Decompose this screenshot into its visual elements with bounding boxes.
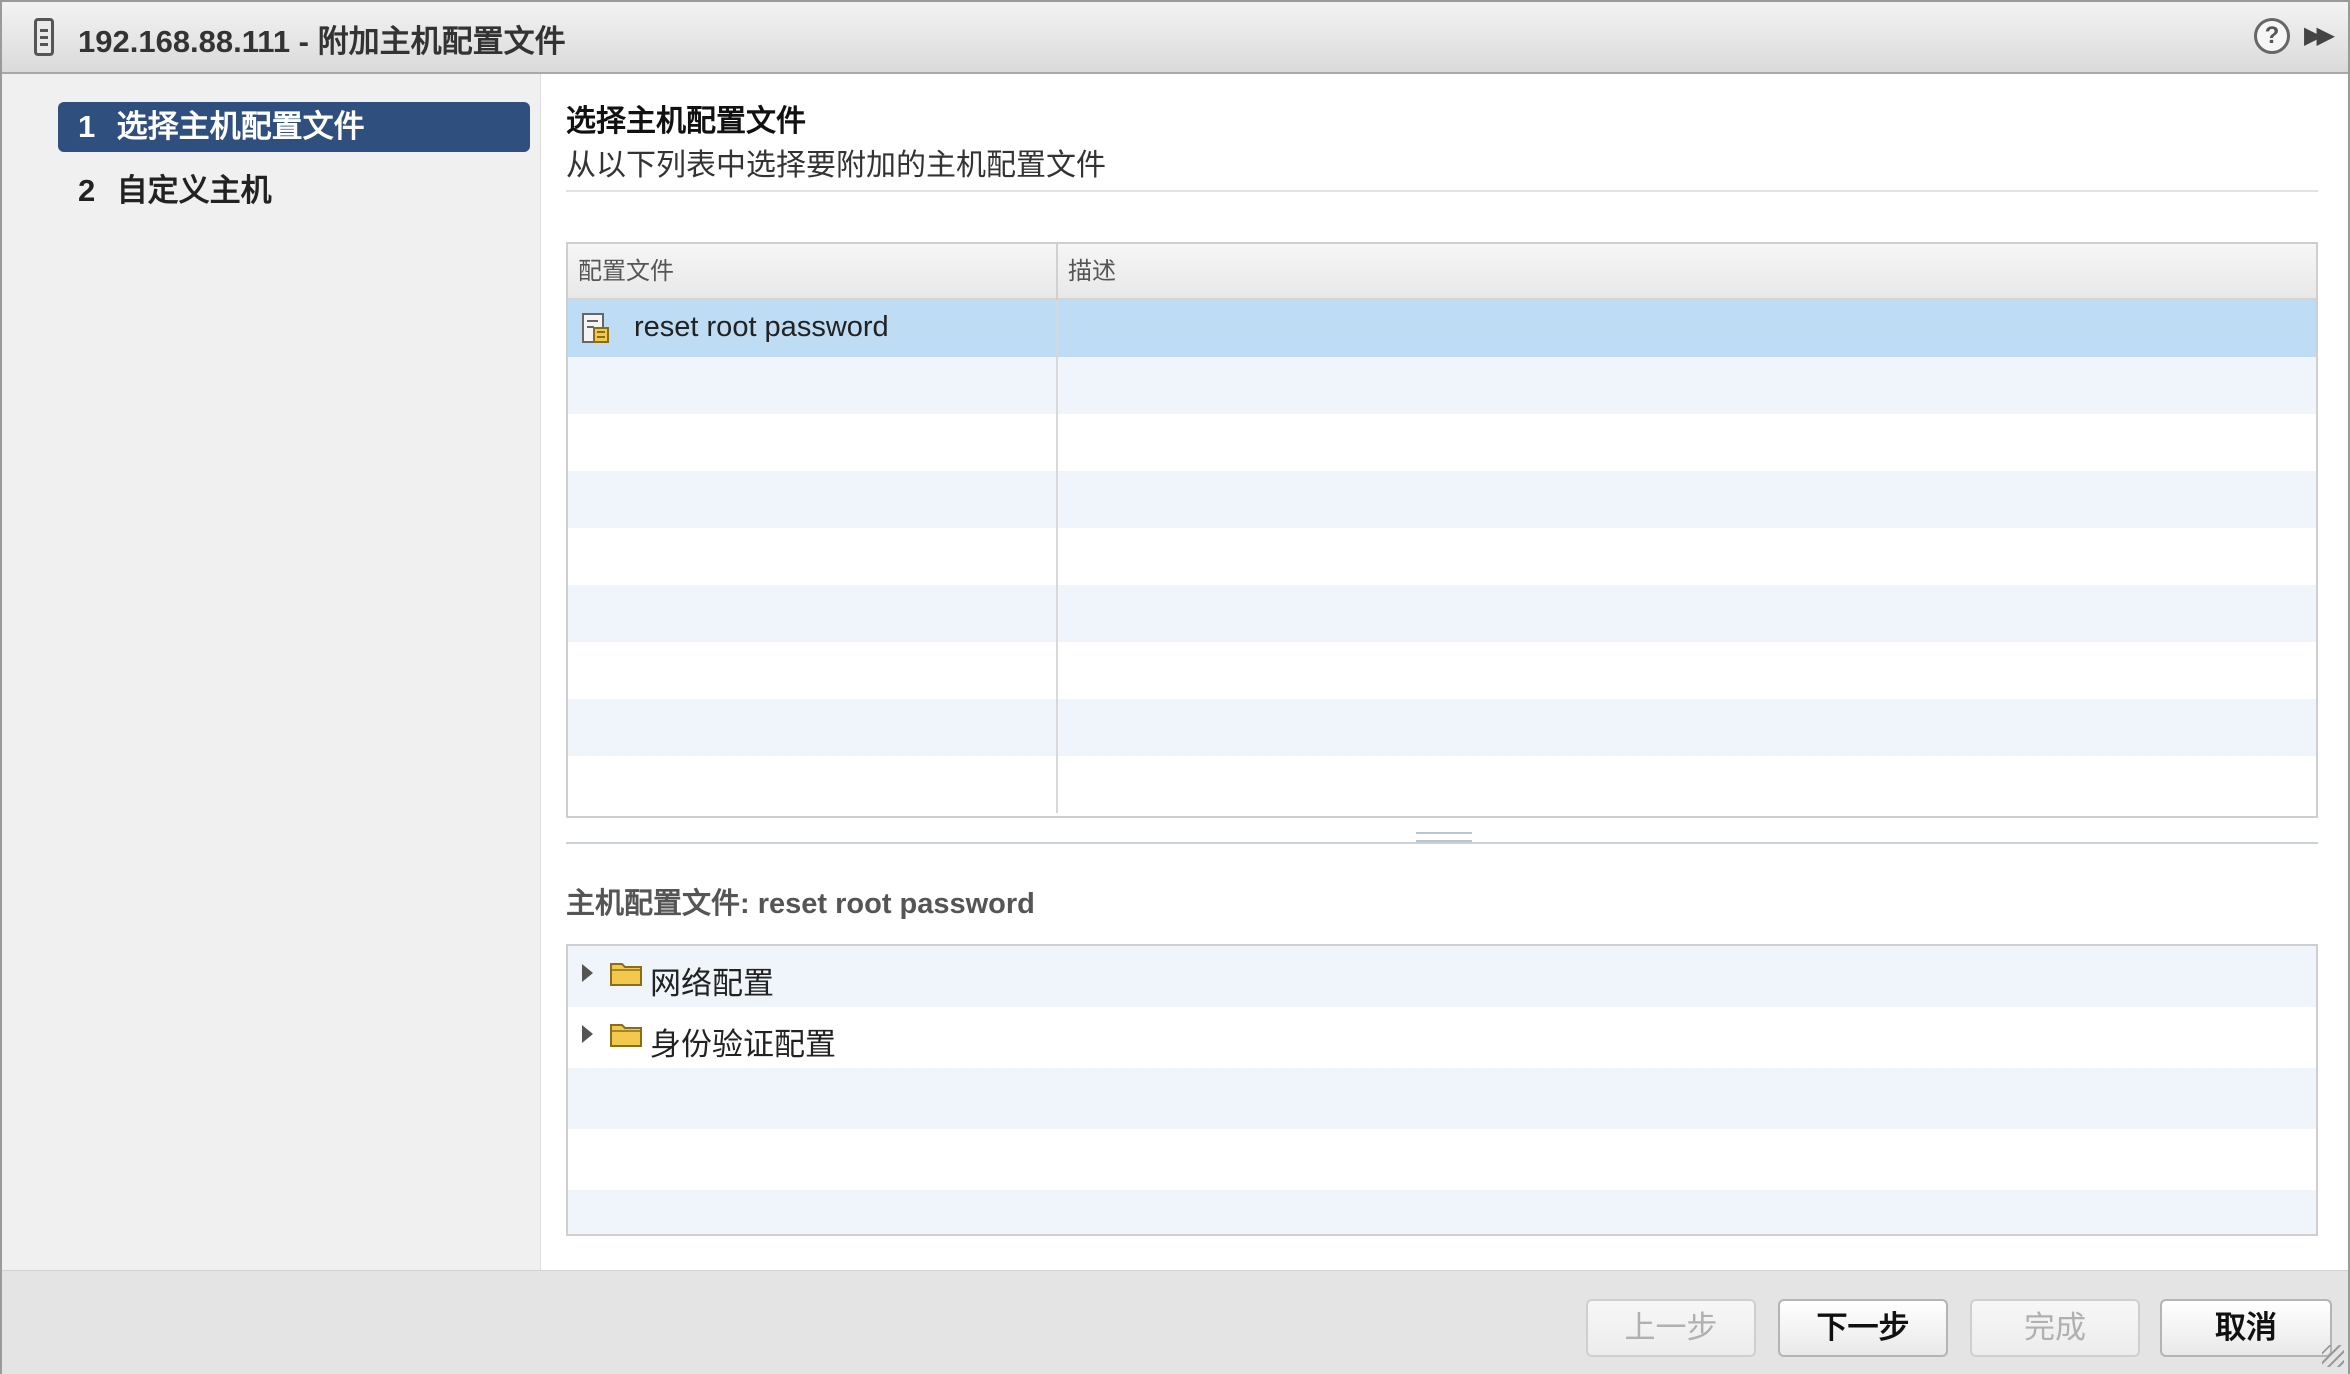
detail-title: 主机配置文件: reset root password — [566, 888, 1035, 920]
page-subtitle: 从以下列表中选择要附加的主机配置文件 — [566, 149, 1106, 182]
step-select-host-profile[interactable]: 1 选择主机配置文件 — [58, 102, 530, 152]
header-divider — [566, 190, 2318, 192]
profile-name: reset root password — [634, 311, 889, 343]
resize-grip-icon[interactable] — [2322, 1345, 2344, 1367]
tree-item-label: 身份验证配置 — [650, 1027, 836, 1062]
table-body: reset root password — [568, 300, 2316, 813]
table-row — [568, 528, 2316, 585]
table-row — [568, 642, 2316, 699]
expand-panel-icon[interactable]: ▶▶ — [2304, 22, 2338, 50]
host-profile-icon — [582, 313, 609, 343]
table-row — [568, 414, 2316, 471]
panel-splitter[interactable] — [566, 842, 2318, 844]
step-label: 选择主机配置文件 — [116, 109, 365, 144]
tree-item-auth-config[interactable]: 身份验证配置 — [568, 1007, 2316, 1068]
step-customize-host[interactable]: 2 自定义主机 — [58, 166, 530, 216]
table-row — [568, 585, 2316, 642]
folder-icon — [610, 1024, 642, 1047]
profile-cell: reset root password — [568, 300, 1058, 357]
help-icon[interactable]: ? — [2254, 18, 2290, 54]
title-bar: 192.168.88.111 - 附加主机配置文件 ? ▶▶ — [2, 2, 2348, 74]
host-profile-table: 配置文件 描述 reset root password — [566, 242, 2318, 818]
table-row[interactable]: reset root password — [568, 300, 2316, 357]
description-cell — [1060, 300, 2316, 357]
tree-item-label: 网络配置 — [650, 966, 774, 1001]
tree-item-network-config[interactable]: 网络配置 — [568, 946, 2316, 1007]
back-button[interactable]: 上一步 — [1586, 1299, 1756, 1357]
page-title: 选择主机配置文件 — [566, 105, 806, 138]
dialog-title: 192.168.88.111 - 附加主机配置文件 — [78, 24, 566, 59]
column-header-profile[interactable]: 配置文件 — [568, 244, 1058, 300]
step-number: 2 — [78, 173, 96, 208]
table-row — [568, 756, 2316, 813]
tree-empty-row — [568, 1068, 2316, 1129]
profile-config-tree: 网络配置 身份验证配置 — [566, 944, 2318, 1236]
step-number: 1 — [78, 109, 96, 144]
table-row — [568, 357, 2316, 414]
main-content: 选择主机配置文件 从以下列表中选择要附加的主机配置文件 配置文件 描述 rese… — [542, 74, 2348, 1270]
next-button[interactable]: 下一步 — [1778, 1299, 1948, 1357]
cancel-button[interactable]: 取消 — [2160, 1299, 2332, 1357]
table-row — [568, 471, 2316, 528]
wizard-footer: 上一步 下一步 完成 取消 — [2, 1270, 2348, 1374]
wizard-steps-sidebar: 1 选择主机配置文件 2 自定义主机 — [2, 74, 541, 1270]
folder-icon — [610, 963, 642, 986]
expand-arrow-icon[interactable] — [582, 964, 593, 982]
attach-host-profile-dialog: 192.168.88.111 - 附加主机配置文件 ? ▶▶ 1 选择主机配置文… — [0, 0, 2350, 1374]
finish-button[interactable]: 完成 — [1970, 1299, 2140, 1357]
tree-empty-row — [568, 1129, 2316, 1190]
tree-empty-row — [568, 1190, 2316, 1234]
step-label: 自定义主机 — [116, 173, 272, 208]
column-header-description[interactable]: 描述 — [1058, 244, 2316, 300]
table-row — [568, 699, 2316, 756]
table-header: 配置文件 描述 — [568, 244, 2316, 300]
splitter-handle[interactable] — [1416, 832, 1472, 842]
host-icon — [34, 18, 54, 56]
expand-arrow-icon[interactable] — [582, 1025, 593, 1043]
